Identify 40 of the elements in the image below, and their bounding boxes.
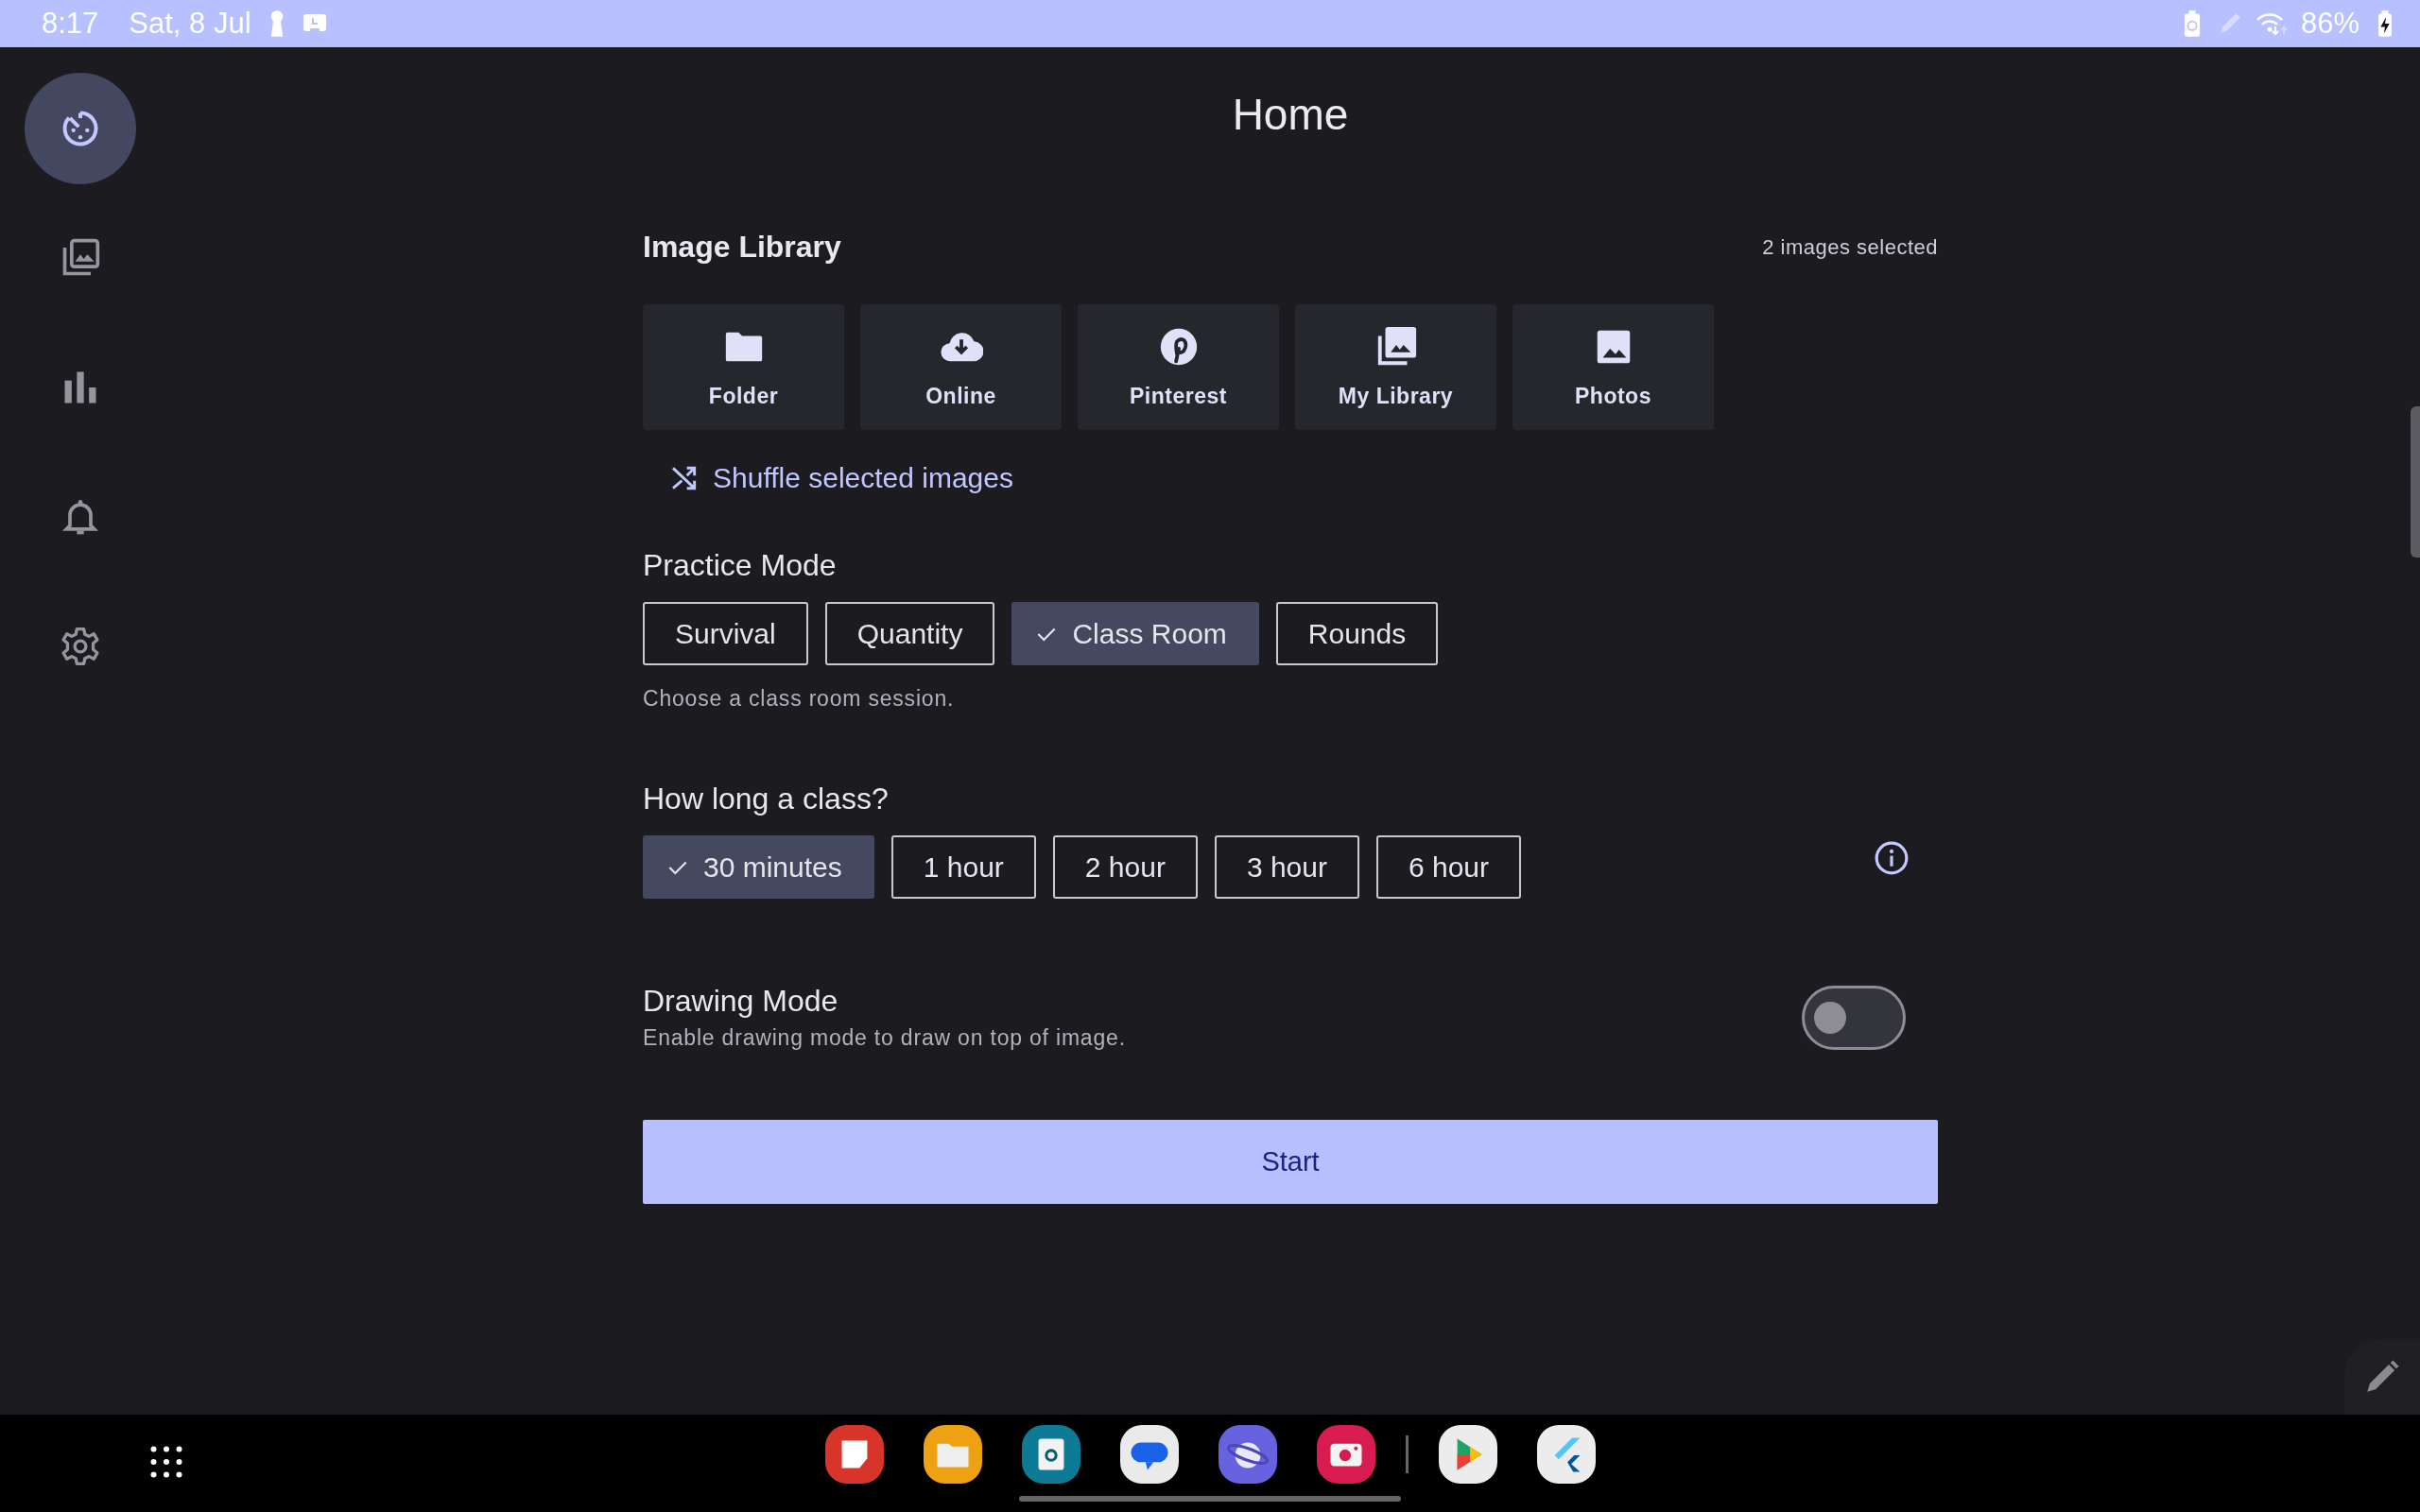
section-title: Drawing Mode bbox=[643, 984, 839, 1019]
mode-chip[interactable]: Rounds bbox=[1275, 602, 1439, 665]
selection-count: 2 images selected bbox=[1762, 234, 1938, 260]
helper-text: Enable drawing mode to draw on top of image. bbox=[643, 1025, 1126, 1051]
app-grid-icon[interactable] bbox=[149, 1445, 183, 1479]
duration-chip[interactable]: 6 hour bbox=[1376, 835, 1522, 899]
helper-text: Choose a class room session. bbox=[643, 686, 956, 712]
browser-app-icon[interactable] bbox=[1218, 1424, 1277, 1484]
edge-handle[interactable] bbox=[2411, 406, 2420, 558]
source-card[interactable]: Pinterest bbox=[1078, 304, 1279, 430]
duration-chip[interactable]: 1 hour bbox=[890, 835, 1036, 899]
shuffle-link[interactable]: Shuffle selected images bbox=[669, 462, 1013, 494]
duration-chip[interactable]: 30 minutes bbox=[643, 835, 874, 899]
mode-chip[interactable]: Quantity bbox=[824, 602, 995, 665]
source-card[interactable]: Folder bbox=[643, 304, 844, 430]
calendar-app-icon[interactable] bbox=[1021, 1424, 1080, 1484]
source-card[interactable]: Photos bbox=[1512, 304, 1714, 430]
duration-chip[interactable]: 3 hour bbox=[1214, 835, 1359, 899]
mode-chip[interactable]: Survival bbox=[643, 602, 808, 665]
camera-app-icon[interactable] bbox=[1316, 1424, 1375, 1484]
source-card[interactable]: Online bbox=[860, 304, 1062, 430]
settings-icon bbox=[60, 626, 101, 667]
page-title: Home bbox=[1232, 89, 1349, 140]
chat-app-icon[interactable] bbox=[1119, 1424, 1179, 1484]
section-title: Image Library bbox=[643, 230, 841, 265]
status-date: Sat, 8 Jul bbox=[129, 7, 251, 41]
start-button[interactable]: Start bbox=[643, 1120, 1938, 1204]
pen-button[interactable] bbox=[2344, 1339, 2420, 1415]
status-time: 8:17 bbox=[42, 7, 99, 41]
mode-chip[interactable]: Class Room bbox=[1011, 602, 1259, 665]
notes-app-icon[interactable] bbox=[824, 1424, 884, 1484]
source-card[interactable]: My Library bbox=[1295, 304, 1496, 430]
section-title: How long a class? bbox=[643, 782, 890, 816]
battery-percentage: 86% bbox=[2300, 7, 2360, 41]
flutter-app-icon[interactable] bbox=[1536, 1424, 1596, 1484]
info-icon[interactable] bbox=[1874, 839, 1910, 876]
section-title: Practice Mode bbox=[643, 548, 838, 583]
folder-app-icon[interactable] bbox=[923, 1424, 982, 1484]
duration-chip[interactable]: 2 hour bbox=[1052, 835, 1198, 899]
play-store-icon[interactable] bbox=[1438, 1424, 1497, 1484]
